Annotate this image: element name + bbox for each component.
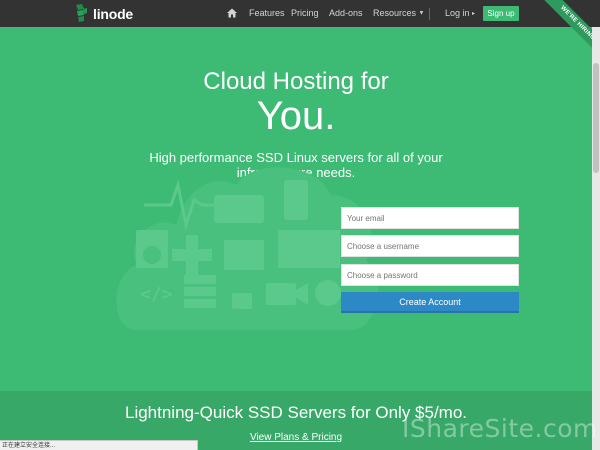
password-field[interactable] (341, 264, 519, 286)
nav-divider (429, 8, 430, 20)
hiring-ribbon[interactable]: WE'RE HIRING! (532, 0, 600, 68)
hiring-ribbon-label: WE'RE HIRING! (539, 0, 600, 64)
nav-addons[interactable]: Add-ons (329, 8, 363, 18)
nav-resources-label: Resources (373, 8, 417, 18)
cloud-illustration: </> (116, 167, 378, 330)
hero-title-big: You. (256, 94, 336, 138)
browser-status-bar: 正在建立安全连接... (0, 440, 198, 450)
brand-name: linode (93, 5, 134, 22)
chevron-right-icon: ▸ (472, 11, 476, 18)
scrollbar[interactable] (592, 27, 600, 450)
username-field[interactable] (341, 235, 519, 257)
watermark: IShareSite.com (402, 414, 598, 443)
logo[interactable]: linode (73, 4, 133, 23)
nav-features[interactable]: Features (249, 8, 285, 18)
nav-pricing[interactable]: Pricing (291, 8, 319, 18)
top-nav: linode Features Pricing Add-ons Resource… (0, 0, 600, 27)
linode-logo-icon (76, 4, 87, 22)
nav-resources[interactable]: Resources ▼ (373, 8, 425, 18)
svg-text:</>: </> (140, 284, 173, 305)
scrollbar-thumb[interactable] (593, 63, 599, 173)
nav-login-label: Log in (445, 8, 470, 18)
nav-login[interactable]: Log in ▸ (445, 8, 475, 18)
create-account-button[interactable]: Create Account (341, 292, 519, 313)
email-field[interactable] (341, 207, 519, 229)
chevron-down-icon: ▼ (418, 10, 425, 17)
home-icon[interactable] (227, 8, 237, 18)
signup-button[interactable]: Sign up (483, 6, 519, 21)
hero-title: Cloud Hosting for (203, 68, 389, 95)
